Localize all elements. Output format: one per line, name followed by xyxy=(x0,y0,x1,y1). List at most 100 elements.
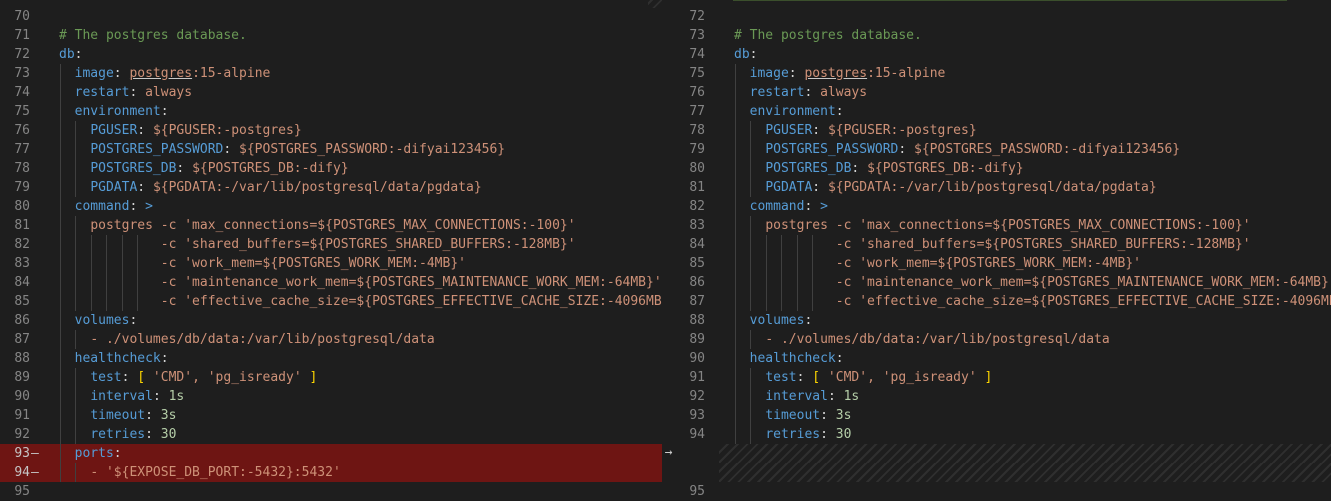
code-line[interactable]: timeout: 3s xyxy=(734,406,851,425)
line-number: 80 xyxy=(689,161,705,176)
line-number: 73 xyxy=(14,66,30,81)
code-line[interactable]: postgres -c 'max_connections=${POSTGRES_… xyxy=(734,216,1250,235)
line-number: 72 xyxy=(689,9,705,24)
code-line[interactable]: db: xyxy=(734,45,757,64)
code-line[interactable]: PGUSER: ${PGUSER:-postgres} xyxy=(734,121,976,140)
deleted-code-line[interactable]: - '${EXPOSE_DB_PORT:-5432}:5432' xyxy=(59,463,340,482)
code-line[interactable]: interval: 1s xyxy=(59,387,184,406)
line-number: 91 xyxy=(14,408,30,423)
code-line[interactable]: PGDATA: ${PGDATA:-/var/lib/postgresql/da… xyxy=(59,178,481,197)
code-line[interactable]: interval: 1s xyxy=(734,387,859,406)
line-number: 82 xyxy=(14,237,30,252)
line-number: 93 xyxy=(14,446,30,461)
code-line[interactable]: healthcheck: xyxy=(59,349,169,368)
deleted-code-line[interactable]: ports: xyxy=(59,444,122,463)
code-line[interactable]: postgres -c 'max_connections=${POSTGRES_… xyxy=(59,216,575,235)
code-line[interactable]: volumes: xyxy=(734,311,813,330)
code-line[interactable]: -c 'shared_buffers=${POSTGRES_SHARED_BUF… xyxy=(734,235,1251,254)
code-line[interactable]: PGDATA: ${PGDATA:-/var/lib/postgresql/da… xyxy=(734,178,1156,197)
code-line[interactable]: -c 'effective_cache_size=${POSTGRES_EFFE… xyxy=(734,292,1331,311)
line-number: 87 xyxy=(14,332,30,347)
code-line[interactable]: healthcheck: xyxy=(734,349,844,368)
code-line[interactable]: test: [ 'CMD', 'pg_isready' ] xyxy=(734,368,992,387)
code-line[interactable]: volumes: xyxy=(59,311,138,330)
line-number: 78 xyxy=(689,123,705,138)
line-number: 91 xyxy=(689,370,705,385)
line-number: 88 xyxy=(14,351,30,366)
revert-arrow-icon[interactable]: → xyxy=(662,443,675,462)
deleted-line-highlight xyxy=(44,444,662,463)
line-number: 73 xyxy=(689,28,705,43)
code-line[interactable]: -c 'work_mem=${POSTGRES_WORK_MEM:-4MB}' xyxy=(59,254,466,273)
line-number: 77 xyxy=(14,142,30,157)
line-number-gutter: 72 73 74 75 76 77 78 79 80 81 82 83 84 85 86 87 88 89 90 91… xyxy=(675,0,719,501)
code-line[interactable]: # The postgres database. xyxy=(734,26,922,45)
diff-filler-hatch xyxy=(719,444,1331,463)
code-line[interactable]: retries: 30 xyxy=(734,425,851,444)
code-line[interactable]: command: > xyxy=(734,197,828,216)
line-number: 70 xyxy=(14,9,30,24)
line-number: 83 xyxy=(14,256,30,271)
line-number: 93 xyxy=(689,408,705,423)
code-editor[interactable]: # The postgres database. db: image: postg… xyxy=(44,0,662,501)
code-line[interactable]: restart: always xyxy=(59,83,192,102)
line-number: 77 xyxy=(689,104,705,119)
line-number: 78 xyxy=(14,161,30,176)
line-number: 80 xyxy=(14,199,30,214)
line-number: 88 xyxy=(689,313,705,328)
code-line[interactable]: # The postgres database. xyxy=(59,26,247,45)
line-number: 90 xyxy=(689,351,705,366)
line-number: 85 xyxy=(689,256,705,271)
code-line[interactable]: POSTGRES_DB: ${POSTGRES_DB:-dify} xyxy=(59,159,348,178)
code-line[interactable]: -c 'work_mem=${POSTGRES_WORK_MEM:-4MB}' xyxy=(734,254,1141,273)
line-number: 82 xyxy=(689,199,705,214)
diff-original-pane[interactable]: 70 71 72 73 74 75 76 77 78 79 80 81 82 83 84 85 86 87 88 89… xyxy=(0,0,662,501)
code-line[interactable]: -c 'maintenance_work_mem=${POSTGRES_MAIN… xyxy=(734,273,1331,292)
code-line[interactable]: - ./volumes/db/data:/var/lib/postgresql/… xyxy=(734,330,1109,349)
code-line[interactable]: test: [ 'CMD', 'pg_isready' ] xyxy=(59,368,317,387)
deleted-line-marker: — xyxy=(31,446,39,461)
code-line[interactable]: command: > xyxy=(59,197,153,216)
line-number: 95 xyxy=(14,484,30,499)
line-number: 75 xyxy=(14,104,30,119)
code-editor[interactable]: MAX_TOOLS_NUM: ${MAX_TOOLS_NUM:-10} # The… xyxy=(719,0,1331,501)
line-number: 83 xyxy=(689,218,705,233)
line-number: 79 xyxy=(689,142,705,157)
code-line[interactable]: timeout: 3s xyxy=(59,406,176,425)
line-number: 92 xyxy=(14,427,30,442)
line-number: 84 xyxy=(14,275,30,290)
gutter-cut xyxy=(675,0,719,1)
code-line[interactable]: -c 'effective_cache_size=${POSTGRES_EFFE… xyxy=(59,292,662,311)
line-number: 75 xyxy=(689,66,705,81)
line-number: 95 xyxy=(689,484,705,499)
code-line[interactable]: POSTGRES_PASSWORD: ${POSTGRES_PASSWORD:-… xyxy=(734,140,1180,159)
line-number: 89 xyxy=(689,332,705,347)
code-line[interactable]: image: postgres:15-alpine xyxy=(59,64,271,83)
diff-divider: → xyxy=(662,0,675,501)
code-line[interactable]: environment: xyxy=(734,102,844,121)
line-number: 86 xyxy=(689,275,705,290)
line-number: 84 xyxy=(689,237,705,252)
line-number: 72 xyxy=(14,47,30,62)
line-number: 74 xyxy=(14,85,30,100)
line-number: 90 xyxy=(14,389,30,404)
line-number: 79 xyxy=(14,180,30,195)
code-line[interactable]: image: postgres:15-alpine xyxy=(734,64,946,83)
line-number: 81 xyxy=(14,218,30,233)
line-number: 85 xyxy=(14,294,30,309)
line-number: 81 xyxy=(689,180,705,195)
code-line[interactable]: restart: always xyxy=(734,83,867,102)
code-line[interactable]: - ./volumes/db/data:/var/lib/postgresql/… xyxy=(59,330,434,349)
code-line[interactable]: POSTGRES_PASSWORD: ${POSTGRES_PASSWORD:-… xyxy=(59,140,505,159)
code-line[interactable]: POSTGRES_DB: ${POSTGRES_DB:-dify} xyxy=(734,159,1023,178)
code-line[interactable]: retries: 30 xyxy=(59,425,176,444)
code-line[interactable]: -c 'shared_buffers=${POSTGRES_SHARED_BUF… xyxy=(59,235,576,254)
code-line[interactable]: PGUSER: ${PGUSER:-postgres} xyxy=(59,121,301,140)
code-line[interactable]: db: xyxy=(59,45,82,64)
diff-modified-pane[interactable]: 72 73 74 75 76 77 78 79 80 81 82 83 84 85 86 87 88 89 90 91… xyxy=(675,0,1331,501)
deleted-line-marker: — xyxy=(31,465,39,480)
code-line[interactable]: -c 'maintenance_work_mem=${POSTGRES_MAIN… xyxy=(59,273,662,292)
code-line[interactable]: environment: xyxy=(59,102,169,121)
inserted-line-highlight: MAX_TOOLS_NUM: ${MAX_TOOLS_NUM:-10} xyxy=(733,0,1287,1)
line-number: 92 xyxy=(689,389,705,404)
